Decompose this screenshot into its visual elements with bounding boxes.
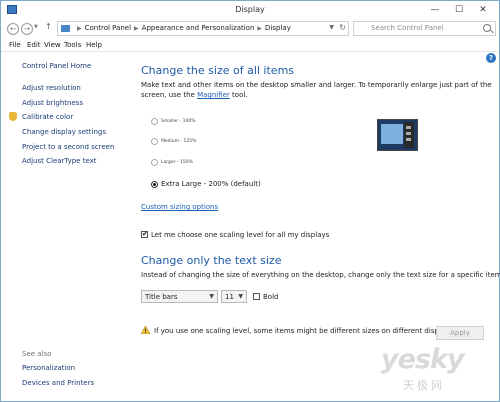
menu-bar: File Edit View Tools Help <box>1 39 499 52</box>
chevron-down-icon: ▼ <box>209 293 214 300</box>
sidebar-personalization[interactable]: Personalization <box>22 364 75 372</box>
display-window: Display — ☐ ✕ ← → ▼ ↑ ▶ Control Panel ▶ App… <box>0 0 500 402</box>
scaling-checkbox[interactable] <box>141 230 148 238</box>
custom-sizing-link[interactable]: Custom sizing options <box>141 203 218 211</box>
sidebar-adjust-brightness[interactable]: Adjust brightness <box>22 99 83 107</box>
text-size-heading: Change only the text size <box>141 254 282 267</box>
up-arrow-icon[interactable]: ↑ <box>45 22 52 31</box>
breadcrumb-separator-icon[interactable]: ▶ <box>77 25 82 32</box>
item-select[interactable]: Title bars ▼ <box>141 290 218 303</box>
menu-tools[interactable]: Tools <box>64 41 81 49</box>
radio-larger[interactable] <box>151 159 158 166</box>
recent-locations-icon[interactable]: ▼ <box>34 24 38 30</box>
menu-help[interactable]: Help <box>86 41 102 49</box>
display-preview-image <box>377 119 418 151</box>
breadcrumb: ▶ Control Panel ▶ Appearance and Personaliz… <box>74 24 291 32</box>
navigation-bar: ← → ▼ ↑ ▶ Control Panel ▶ Appearance and Pe… <box>1 19 499 39</box>
breadcrumb-control-panel[interactable]: Control Panel <box>85 24 131 32</box>
maximize-button[interactable]: ☐ <box>447 3 471 17</box>
watermark-subtext: 天极网 <box>403 379 445 392</box>
address-bar[interactable]: ▶ Control Panel ▶ Appearance and Personaliz… <box>57 21 349 36</box>
address-dropdown-icon[interactable]: ▼ <box>329 24 334 31</box>
radio-extra-large-label[interactable]: Extra Large - 200% (default) <box>161 180 261 188</box>
radio-smaller-label[interactable]: Smaller - 100% <box>161 119 195 124</box>
radio-extra-large[interactable] <box>151 181 158 188</box>
refresh-icon[interactable]: ↻ <box>339 23 346 32</box>
yesky-watermark-logo: yesky 天极网 <box>381 344 499 394</box>
desc-prefix: screen, use the <box>141 91 198 99</box>
breadcrumb-separator-icon[interactable]: ▶ <box>257 25 262 32</box>
magnifier-link[interactable]: Magnifier <box>197 91 230 99</box>
radio-larger-label[interactable]: Larger - 150% <box>161 160 193 165</box>
sidebar-change-display-settings[interactable]: Change display settings <box>22 128 106 136</box>
bold-checkbox[interactable] <box>253 293 260 300</box>
menu-edit[interactable]: Edit <box>27 41 41 49</box>
sidebar-calibrate-color[interactable]: Calibrate color <box>22 113 73 121</box>
sidebar-devices-printers[interactable]: Devices and Printers <box>22 379 94 387</box>
close-button[interactable]: ✕ <box>471 3 495 17</box>
item-select-value: Title bars <box>145 293 178 301</box>
sidebar-control-panel-home[interactable]: Control Panel Home <box>22 62 91 70</box>
desc-suffix: tool. <box>229 91 248 99</box>
sidebar-adjust-cleartype[interactable]: Adjust ClearType text <box>22 157 97 165</box>
control-panel-icon <box>61 25 70 32</box>
radio-smaller[interactable] <box>151 118 158 125</box>
breadcrumb-display[interactable]: Display <box>265 24 291 32</box>
shield-icon <box>9 112 17 121</box>
apply-button[interactable]: Apply <box>436 326 484 340</box>
chevron-down-icon: ▼ <box>238 293 243 300</box>
radio-medium-label[interactable]: Medium - 125% <box>161 139 196 144</box>
menu-file[interactable]: File <box>9 41 21 49</box>
breadcrumb-separator-icon[interactable]: ▶ <box>134 25 139 32</box>
watermark-text: yesky <box>381 344 465 375</box>
back-arrow-icon[interactable]: ← <box>7 23 19 35</box>
warning-icon <box>140 325 151 335</box>
sidebar-adjust-resolution[interactable]: Adjust resolution <box>22 84 81 92</box>
text-size-description: Instead of changing the size of everythi… <box>141 271 500 279</box>
size-description-line1: Make text and other items on the desktop… <box>141 81 492 89</box>
title-bar: Display — ☐ ✕ <box>1 1 499 19</box>
bold-label[interactable]: Bold <box>263 293 278 301</box>
minimize-button[interactable]: — <box>423 3 447 17</box>
search-input[interactable]: Search Control Panel <box>353 21 496 36</box>
see-also-label: See also <box>22 350 52 358</box>
help-icon[interactable]: ? <box>486 53 496 63</box>
page-title: Change the size of all items <box>141 64 295 77</box>
scaling-checkbox-label[interactable]: Let me choose one scaling level for all … <box>151 231 329 239</box>
size-description-line2: screen, use the Magnifier tool. <box>141 91 248 99</box>
warning-text: If you use one scaling level, some items… <box>154 327 456 335</box>
search-placeholder: Search Control Panel <box>371 24 444 32</box>
search-icon[interactable] <box>483 24 491 32</box>
font-size-value: 11 <box>225 293 234 301</box>
font-size-select[interactable]: 11 ▼ <box>221 290 247 303</box>
sidebar-project-second-screen[interactable]: Project to a second screen <box>22 143 114 151</box>
radio-medium[interactable] <box>151 138 158 145</box>
forward-arrow-icon[interactable]: → <box>21 23 33 35</box>
breadcrumb-appearance[interactable]: Appearance and Personalization <box>142 24 255 32</box>
menu-view[interactable]: View <box>44 41 61 49</box>
